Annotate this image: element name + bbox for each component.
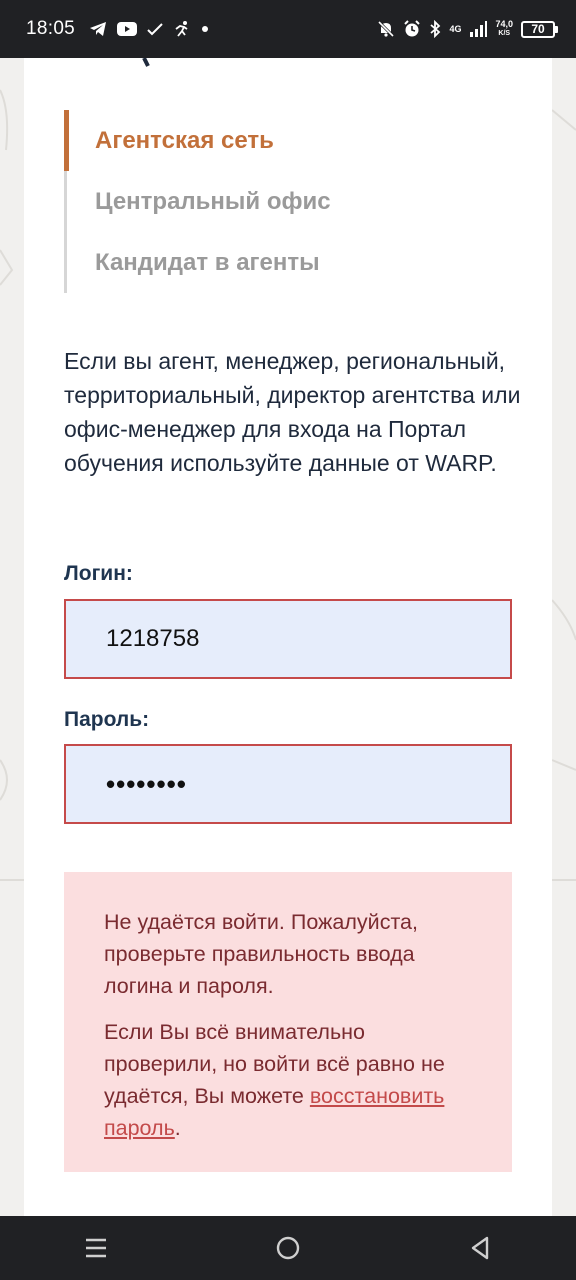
password-value: •••••••• — [106, 768, 187, 799]
check-icon — [147, 22, 163, 36]
signal-icon — [469, 21, 488, 37]
data-speed: 74,0 K/S — [495, 19, 513, 38]
error-message: Не удаётся войти. Пожалуйста, проверьте … — [104, 910, 418, 998]
tab-central-office[interactable]: Центральный офис — [64, 171, 524, 232]
info-text: Если вы агент, менеджер, региональный, т… — [64, 348, 521, 476]
network-type: 4G — [449, 23, 462, 34]
tab-agent-network[interactable]: Агентская сеть — [64, 110, 524, 171]
tab-label: Центральный офис — [95, 187, 331, 215]
tab-label: Кандидат в агенты — [95, 248, 320, 276]
notification-icons — [89, 20, 209, 38]
password-field[interactable]: •••••••• — [64, 744, 512, 824]
home-icon[interactable] — [258, 1223, 318, 1273]
battery-level: 70 — [531, 22, 545, 36]
back-icon[interactable] — [450, 1223, 510, 1273]
mute-icon — [377, 20, 395, 38]
telegram-icon — [89, 21, 107, 37]
fitness-icon — [173, 20, 191, 38]
error-alert: Не удаётся войти. Пожалуйста, проверьте … — [64, 872, 512, 1172]
system-icons: 4G 74,0 K/S 70 — [377, 0, 558, 58]
bluetooth-icon — [429, 20, 441, 38]
login-label: Логин: — [64, 562, 133, 585]
recents-icon[interactable] — [66, 1223, 126, 1273]
youtube-icon — [117, 22, 138, 36]
login-card: Агентская сеть Центральный офис Кандидат… — [24, 58, 552, 1216]
tab-agent-candidate[interactable]: Кандидат в агенты — [64, 232, 524, 293]
tab-label: Агентская сеть — [95, 126, 274, 154]
login-field[interactable]: 1218758 — [64, 599, 512, 679]
password-label: Пароль: — [64, 708, 150, 731]
navigation-bar — [0, 1216, 576, 1280]
alarm-icon — [403, 20, 421, 38]
login-value: 1218758 — [106, 625, 200, 652]
dot-icon — [201, 25, 209, 33]
login-type-tabs: Агентская сеть Центральный офис Кандидат… — [64, 110, 524, 293]
status-bar: 18:05 4G 74,0 K/S 70 — [0, 0, 576, 58]
battery-icon: 70 — [521, 20, 558, 38]
error-help: Если Вы всё внимательно проверили, но во… — [104, 1020, 445, 1140]
cut-off-heading-glyph — [142, 58, 150, 67]
status-time: 18:05 — [26, 18, 76, 39]
